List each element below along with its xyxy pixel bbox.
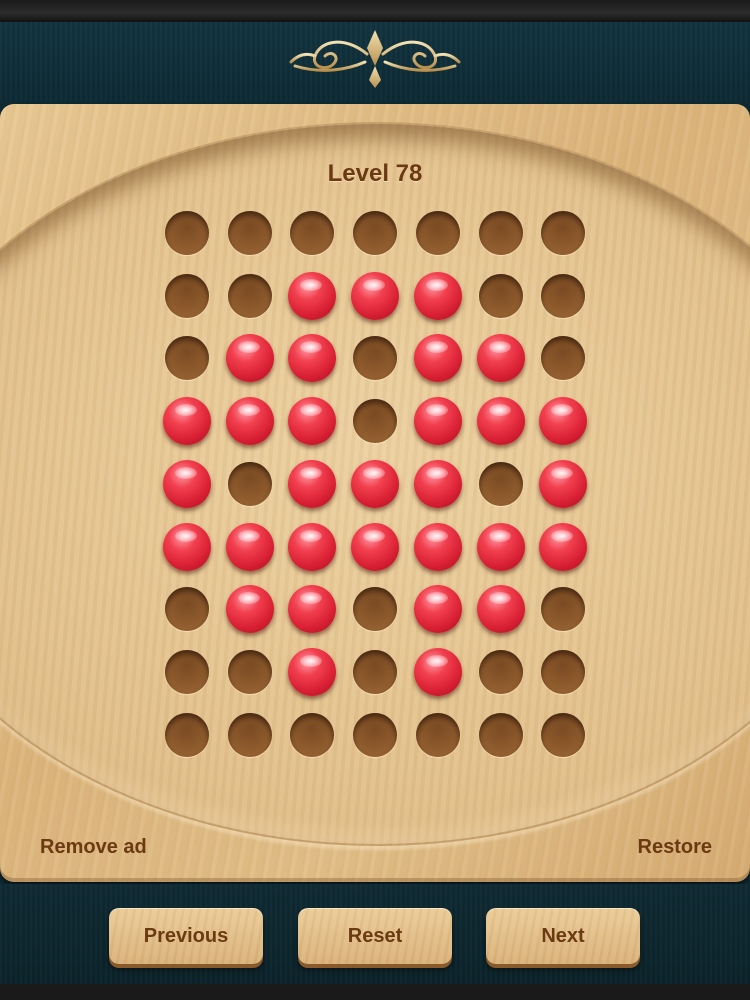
marble[interactable] [351,271,400,320]
marble[interactable] [225,334,274,383]
hole[interactable] [165,273,209,318]
hole[interactable] [413,585,462,634]
marble[interactable] [413,522,462,571]
hole[interactable] [288,585,337,634]
marble[interactable] [413,459,462,508]
hole[interactable] [541,211,586,255]
hole[interactable] [353,399,398,444]
previous-button[interactable]: Previous [109,908,263,964]
hole[interactable] [478,649,523,694]
marble[interactable] [413,397,462,446]
marble[interactable] [351,459,400,508]
marble[interactable] [476,522,525,571]
hole[interactable] [413,397,462,446]
hole[interactable] [478,461,523,506]
bottom-edge [0,984,750,1000]
hole[interactable] [227,649,272,694]
hole[interactable] [478,273,523,318]
marble[interactable] [476,585,525,634]
hole[interactable] [413,522,462,571]
hole[interactable] [227,461,272,506]
hole[interactable] [288,334,337,383]
hole[interactable] [541,273,586,318]
hole[interactable] [541,649,586,694]
reset-button[interactable]: Reset [298,908,452,964]
marble[interactable] [413,647,462,696]
marble[interactable] [163,522,211,571]
marble[interactable] [413,271,462,320]
hole[interactable] [353,587,398,632]
hole[interactable] [290,712,335,757]
ornament-icon [289,30,461,88]
hole[interactable] [476,397,525,446]
marble[interactable] [225,585,274,634]
hole[interactable] [476,522,525,571]
hole[interactable] [351,271,400,320]
hole[interactable] [539,459,588,508]
marble[interactable] [288,271,337,320]
marble[interactable] [476,397,525,446]
hole[interactable] [353,211,398,255]
hole[interactable] [163,397,211,446]
marble[interactable] [413,334,462,383]
marble[interactable] [351,522,400,571]
hole[interactable] [351,522,400,571]
restore-link[interactable]: Restore [638,836,712,859]
hole[interactable] [288,647,337,696]
hole[interactable] [478,211,523,255]
remove-ad-link[interactable]: Remove ad [40,836,147,859]
hole[interactable] [413,459,462,508]
hole[interactable] [163,459,211,508]
hole[interactable] [227,273,272,318]
hole[interactable] [163,522,211,571]
hole[interactable] [478,712,523,757]
hole[interactable] [288,271,337,320]
hole[interactable] [165,712,209,757]
hole[interactable] [476,334,525,383]
marble[interactable] [476,334,525,383]
hole[interactable] [225,334,274,383]
hole[interactable] [225,397,274,446]
hole[interactable] [351,459,400,508]
marble[interactable] [539,397,588,446]
hole[interactable] [415,712,460,757]
hole[interactable] [413,271,462,320]
hole[interactable] [225,522,274,571]
marble[interactable] [163,397,211,446]
hole[interactable] [227,712,272,757]
marble[interactable] [288,459,337,508]
hole[interactable] [288,522,337,571]
marble[interactable] [539,459,588,508]
hole[interactable] [288,397,337,446]
hole[interactable] [225,585,274,634]
hole[interactable] [165,587,209,632]
hole[interactable] [415,211,460,255]
hole[interactable] [539,397,588,446]
next-button[interactable]: Next [486,908,640,964]
marble[interactable] [225,397,274,446]
marble[interactable] [288,647,337,696]
marble[interactable] [413,585,462,634]
hole[interactable] [165,211,209,255]
marble[interactable] [539,522,588,571]
hole[interactable] [413,334,462,383]
header-banner [0,22,750,102]
marble[interactable] [288,522,337,571]
hole[interactable] [288,459,337,508]
hole[interactable] [539,522,588,571]
hole[interactable] [165,649,209,694]
hole[interactable] [227,211,272,255]
hole[interactable] [541,712,586,757]
marble[interactable] [163,459,211,508]
hole[interactable] [476,585,525,634]
hole[interactable] [413,647,462,696]
status-bar [0,0,750,22]
hole[interactable] [353,649,398,694]
marble[interactable] [225,522,274,571]
hole[interactable] [353,712,398,757]
level-title: Level 78 [327,160,423,187]
